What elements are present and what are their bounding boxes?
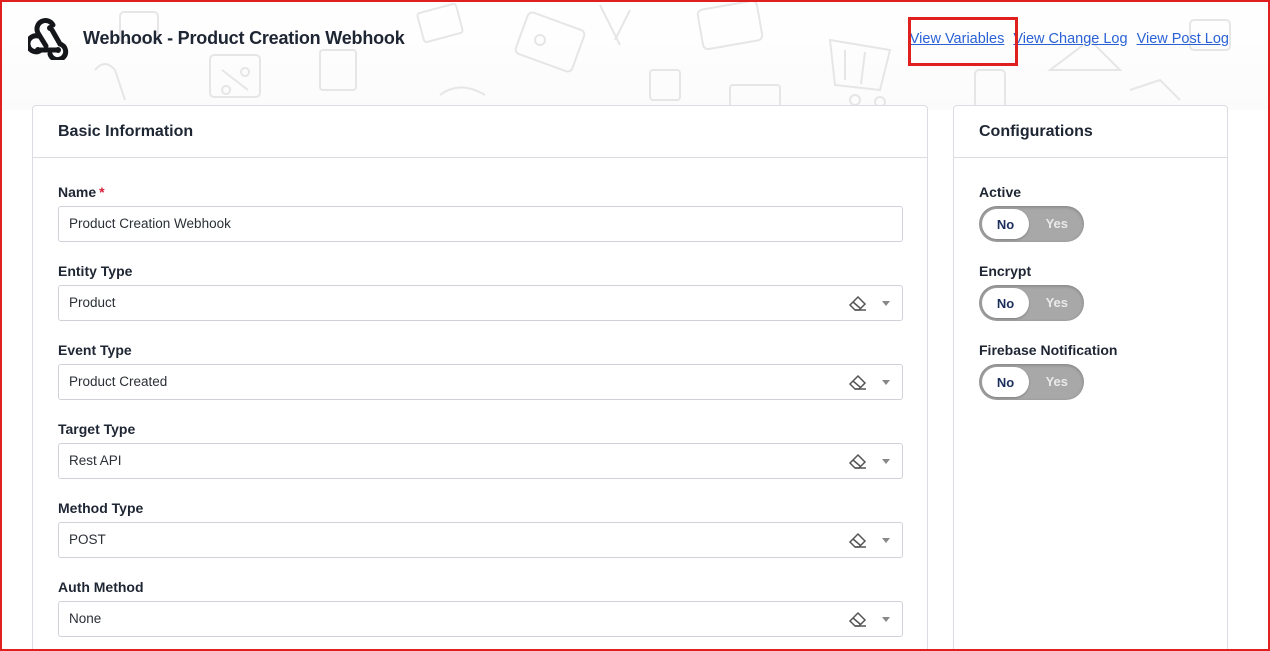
name-label: Name * <box>58 184 105 200</box>
encrypt-toggle-knob: No <box>982 288 1029 318</box>
encrypt-toggle[interactable]: No Yes <box>979 285 1084 321</box>
firebase-toggle-off-label: Yes <box>1045 374 1068 389</box>
entity-type-label: Entity Type <box>58 263 133 279</box>
page-title: Webhook - Product Creation Webhook <box>83 28 405 48</box>
event-type-value: Product Created <box>69 374 168 389</box>
view-change-log-link[interactable]: View Change Log <box>1013 31 1127 47</box>
encrypt-label: Encrypt <box>979 263 1032 279</box>
encrypt-toggle-off-label: Yes <box>1045 295 1068 310</box>
eraser-icon[interactable] <box>848 374 868 391</box>
name-input[interactable]: Product Creation Webhook <box>58 206 903 242</box>
webhook-logo-icon <box>28 18 69 60</box>
basic-information-title: Basic Information <box>33 106 927 158</box>
eraser-icon[interactable] <box>848 532 868 549</box>
active-toggle-knob: No <box>982 209 1029 239</box>
method-type-label: Method Type <box>58 500 144 516</box>
required-asterisk: * <box>99 184 105 200</box>
event-type-label: Event Type <box>58 342 132 358</box>
target-type-value: Rest API <box>69 453 122 468</box>
active-toggle-off-label: Yes <box>1045 216 1068 231</box>
auth-method-value: None <box>69 611 102 626</box>
view-post-log-link[interactable]: View Post Log <box>1137 31 1229 47</box>
auth-method-label: Auth Method <box>58 579 144 595</box>
page-header: Webhook - Product Creation Webhook View … <box>0 0 1270 80</box>
header-links: View Variables View Change Log View Post… <box>910 31 1229 47</box>
configurations-card: Configurations Active No Yes Encrypt No … <box>953 105 1228 651</box>
method-type-select[interactable]: POST <box>58 522 903 558</box>
firebase-toggle-knob: No <box>982 367 1029 397</box>
target-type-label: Target Type <box>58 421 136 437</box>
chevron-down-icon[interactable] <box>882 380 890 385</box>
chevron-down-icon[interactable] <box>882 459 890 464</box>
eraser-icon[interactable] <box>848 295 868 312</box>
target-type-select[interactable]: Rest API <box>58 443 903 479</box>
firebase-notification-label: Firebase Notification <box>979 342 1118 358</box>
auth-method-select[interactable]: None <box>58 601 903 637</box>
chevron-down-icon[interactable] <box>882 617 890 622</box>
view-variables-link[interactable]: View Variables <box>910 31 1005 47</box>
name-input-value: Product Creation Webhook <box>69 216 231 231</box>
eraser-icon[interactable] <box>848 611 868 628</box>
firebase-notification-toggle[interactable]: No Yes <box>979 364 1084 400</box>
event-type-select[interactable]: Product Created <box>58 364 903 400</box>
entity-type-select[interactable]: Product <box>58 285 903 321</box>
name-label-text: Name <box>58 184 97 200</box>
chevron-down-icon[interactable] <box>882 301 890 306</box>
configurations-title: Configurations <box>954 106 1227 158</box>
active-toggle[interactable]: No Yes <box>979 206 1084 242</box>
method-type-value: POST <box>69 532 106 547</box>
basic-information-card: Basic Information Name * Product Creation… <box>32 105 928 651</box>
active-label: Active <box>979 184 1022 200</box>
eraser-icon[interactable] <box>848 453 868 470</box>
chevron-down-icon[interactable] <box>882 538 890 543</box>
entity-type-value: Product <box>69 295 116 310</box>
